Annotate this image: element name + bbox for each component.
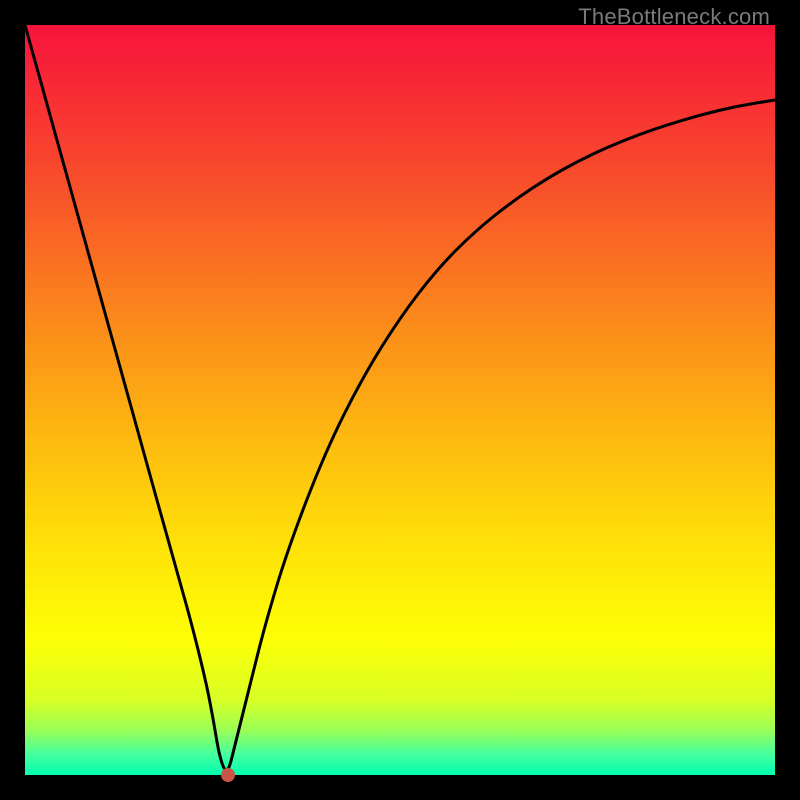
watermark-text: TheBottleneck.com xyxy=(578,4,770,30)
gradient-background xyxy=(25,25,775,775)
bottleneck-chart xyxy=(25,25,775,775)
optimal-point-marker xyxy=(221,768,235,782)
chart-frame xyxy=(25,25,775,775)
